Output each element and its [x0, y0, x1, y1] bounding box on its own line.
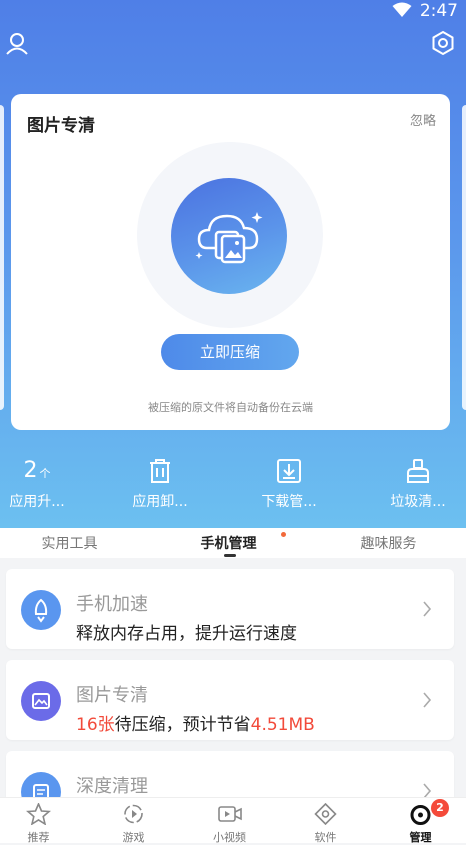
list-item-title: 深度清理	[76, 776, 148, 797]
bottom-nav: 推荐 游戏 小视频 软件 2 管理	[0, 797, 466, 844]
compress-now-button[interactable]: 立即压缩	[161, 334, 299, 370]
list-item-desc: 16张待压缩，预计节省4.51MB	[76, 710, 315, 735]
update-count-unit: 个	[39, 467, 51, 480]
quick-junk-clean[interactable]: 垃圾清...	[363, 450, 466, 520]
software-icon	[314, 803, 337, 825]
nav-recommend[interactable]: 推荐	[0, 798, 85, 844]
quick-download-manager[interactable]: 下载管...	[234, 450, 344, 520]
chevron-right-icon	[423, 601, 432, 617]
nav-software[interactable]: 软件	[279, 798, 372, 844]
cloud-image-icon	[171, 178, 287, 294]
quick-app-uninstall[interactable]: 应用卸...	[105, 450, 215, 520]
pending-photo-count: 16张	[76, 715, 115, 735]
promo-note: 被压缩的原文件将自动备份在云端	[148, 401, 313, 414]
wifi-icon	[392, 2, 412, 17]
next-card-peek[interactable]	[462, 105, 466, 410]
video-icon	[218, 806, 242, 822]
list-item-title: 手机加速	[76, 594, 148, 615]
download-icon	[277, 459, 301, 483]
quick-label: 下载管...	[261, 494, 317, 510]
promo-title: 图片专清	[27, 116, 95, 136]
promo-card: 图片专清 忽略 立即压缩 被压缩的原文件将自动备份在云端	[11, 94, 450, 430]
star-icon	[25, 803, 52, 825]
nav-games[interactable]: 游戏	[87, 798, 180, 844]
list-item-desc-text: 待压缩，预计节省	[114, 715, 251, 735]
list-item-image-clean[interactable]: 图片专清 16张待压缩，预计节省4.51MB	[6, 660, 454, 740]
quick-actions: 2个 应用升... 应用卸... 下载管... 垃圾清...	[0, 450, 466, 520]
list-item-title: 图片专清	[76, 685, 148, 706]
saving-size: 4.51MB	[250, 715, 315, 735]
quick-label: 应用卸...	[132, 494, 188, 510]
image-icon	[21, 681, 61, 721]
game-icon	[124, 804, 143, 824]
quick-app-update[interactable]: 2个 应用升...	[0, 450, 92, 520]
list-item-desc: 释放内存占用，提升运行速度	[76, 624, 297, 644]
trash-icon	[150, 459, 170, 483]
category-tabs: 实用工具 手机管理 趣味服务	[0, 528, 466, 558]
rocket-icon	[21, 590, 61, 630]
active-tab-indicator	[224, 554, 236, 557]
update-count: 2个	[0, 458, 92, 484]
quick-label: 应用升...	[9, 494, 65, 510]
chevron-right-icon	[423, 692, 432, 708]
quick-label: 垃圾清...	[390, 494, 446, 510]
notification-badge: 2	[431, 799, 449, 817]
status-time: 2:47	[419, 1, 458, 21]
broom-icon	[407, 459, 429, 483]
manage-icon	[410, 805, 431, 825]
status-bar: 2:47	[0, 0, 466, 24]
list-item-phone-boost[interactable]: 手机加速 释放内存占用，提升运行速度	[6, 569, 454, 649]
tab-fun-services[interactable]: 趣味服务	[311, 533, 466, 553]
ignore-button[interactable]: 忽略	[410, 110, 436, 129]
tab-new-dot	[281, 532, 286, 537]
nav-manage[interactable]: 2 管理	[374, 798, 466, 844]
settings-icon[interactable]	[430, 30, 456, 56]
user-icon[interactable]	[4, 30, 30, 56]
nav-short-video[interactable]: 小视频	[183, 798, 276, 844]
previous-card-peek[interactable]	[0, 105, 4, 410]
update-count-number: 2	[23, 458, 38, 483]
tab-tools[interactable]: 实用工具	[0, 533, 147, 553]
